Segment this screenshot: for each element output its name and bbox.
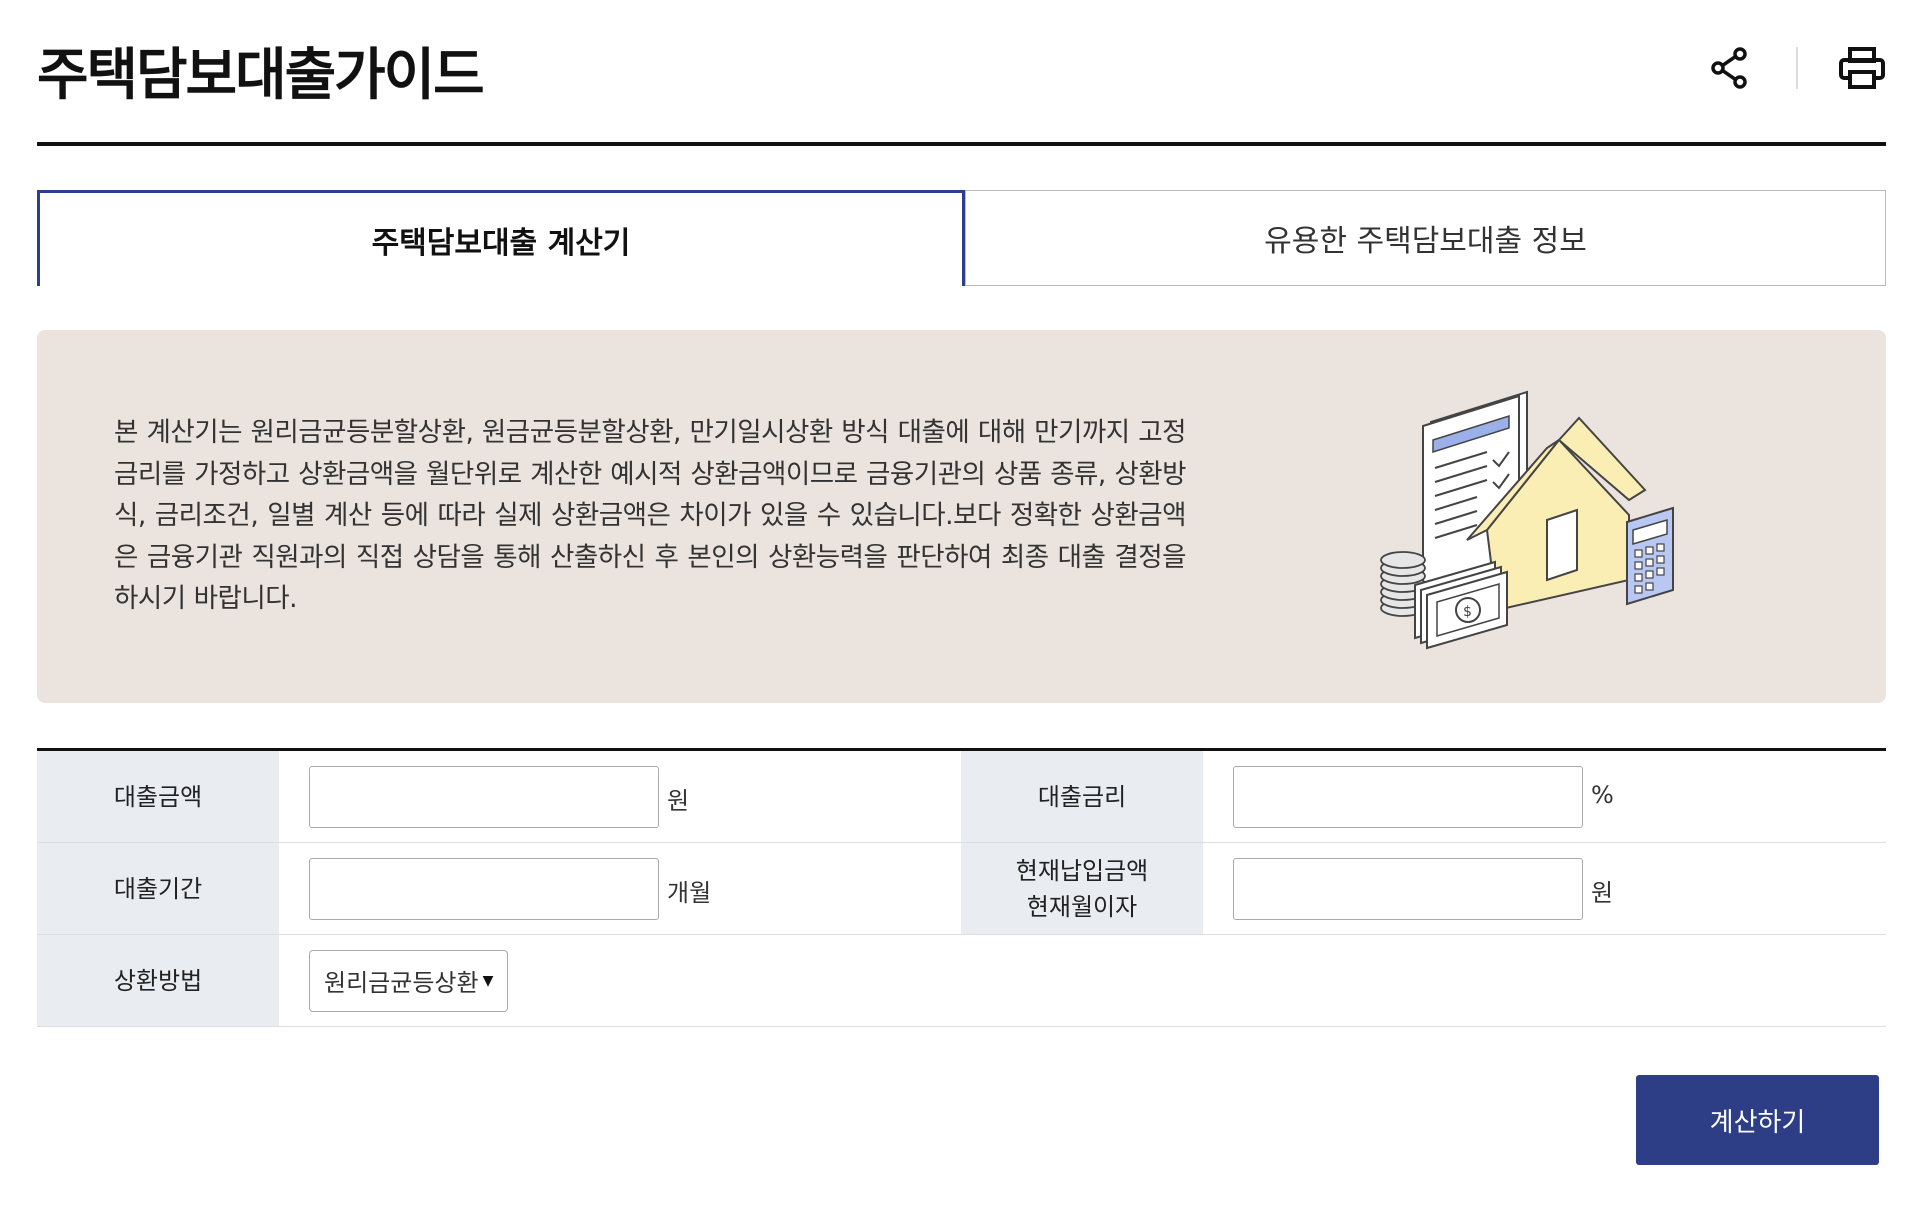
loan-period-input[interactable] [309, 857, 659, 920]
current-payment-label-line1: 현재납입금액 [1015, 856, 1149, 885]
loan-amount-label: 대출금액 [37, 751, 279, 842]
form-row-2: 대출기간 개월 현재납입금액 현재월이자 원 [37, 843, 1886, 935]
info-box: 본 계산기는 원리금균등분할상환, 원금균등분할상환, 만기일시상환 방식 대출… [37, 330, 1886, 703]
current-payment-label: 현재납입금액 현재월이자 [961, 843, 1203, 934]
tab-useful-info[interactable]: 유용한 주택담보대출 정보 [965, 190, 1886, 286]
page-header: 주택담보대출가이드 [37, 0, 1886, 146]
loan-period-label: 대출기간 [37, 843, 279, 934]
loan-period-cell: 개월 [279, 843, 961, 934]
tab-calculator[interactable]: 주택담보대출 계산기 [37, 190, 965, 286]
current-payment-label-line2: 현재월이자 [1026, 892, 1138, 921]
current-payment-unit: 원 [1591, 879, 1614, 907]
loan-illustration-icon: $ [1380, 390, 1674, 650]
svg-text:$: $ [1463, 604, 1472, 620]
interest-rate-unit: % [1591, 781, 1614, 809]
form-row-1: 대출금액 원 대출금리 % [37, 751, 1886, 843]
calculate-button[interactable]: 계산하기 [1636, 1075, 1879, 1165]
tab-calculator-label: 주택담보대출 계산기 [371, 225, 631, 261]
loan-amount-input[interactable] [309, 765, 659, 828]
loan-amount-unit: 원 [667, 787, 690, 815]
loan-calculator-form: 대출금액 원 대출금리 % 대출기간 개월 현재납입금액 현재월이자 원 상환방… [37, 748, 1886, 1027]
calculate-button-label: 계산하기 [1709, 1107, 1806, 1138]
tool-divider [1796, 47, 1798, 89]
share-icon [1711, 47, 1747, 89]
tab-useful-info-label: 유용한 주택담보대출 정보 [1264, 224, 1587, 259]
page-title: 주택담보대출가이드 [37, 43, 485, 108]
form-row-3: 상환방법 원리금균등상환 ▼ [37, 935, 1886, 1027]
printer-icon [1839, 47, 1885, 89]
share-button[interactable] [1706, 44, 1754, 92]
repayment-method-label: 상환방법 [37, 935, 279, 1026]
repayment-method-value: 원리금균등상환 [324, 969, 479, 997]
interest-rate-label: 대출금리 [961, 751, 1203, 842]
header-tools [1706, 44, 1886, 92]
loan-period-unit: 개월 [667, 879, 712, 907]
interest-rate-input[interactable] [1233, 765, 1583, 828]
repayment-method-cell: 원리금균등상환 ▼ [279, 935, 1886, 1026]
current-payment-cell: 원 [1203, 843, 1885, 934]
current-payment-input[interactable] [1233, 857, 1583, 920]
chevron-down-icon: ▼ [482, 972, 494, 989]
info-text: 본 계산기는 원리금균등분할상환, 원금균등분할상환, 만기일시상환 방식 대출… [114, 417, 1187, 614]
repayment-method-select[interactable]: 원리금균등상환 ▼ [309, 949, 509, 1012]
print-button[interactable] [1838, 44, 1886, 92]
tab-bar: 주택담보대출 계산기 유용한 주택담보대출 정보 [37, 190, 1886, 286]
interest-rate-cell: % [1203, 751, 1885, 842]
loan-amount-cell: 원 [279, 751, 961, 842]
